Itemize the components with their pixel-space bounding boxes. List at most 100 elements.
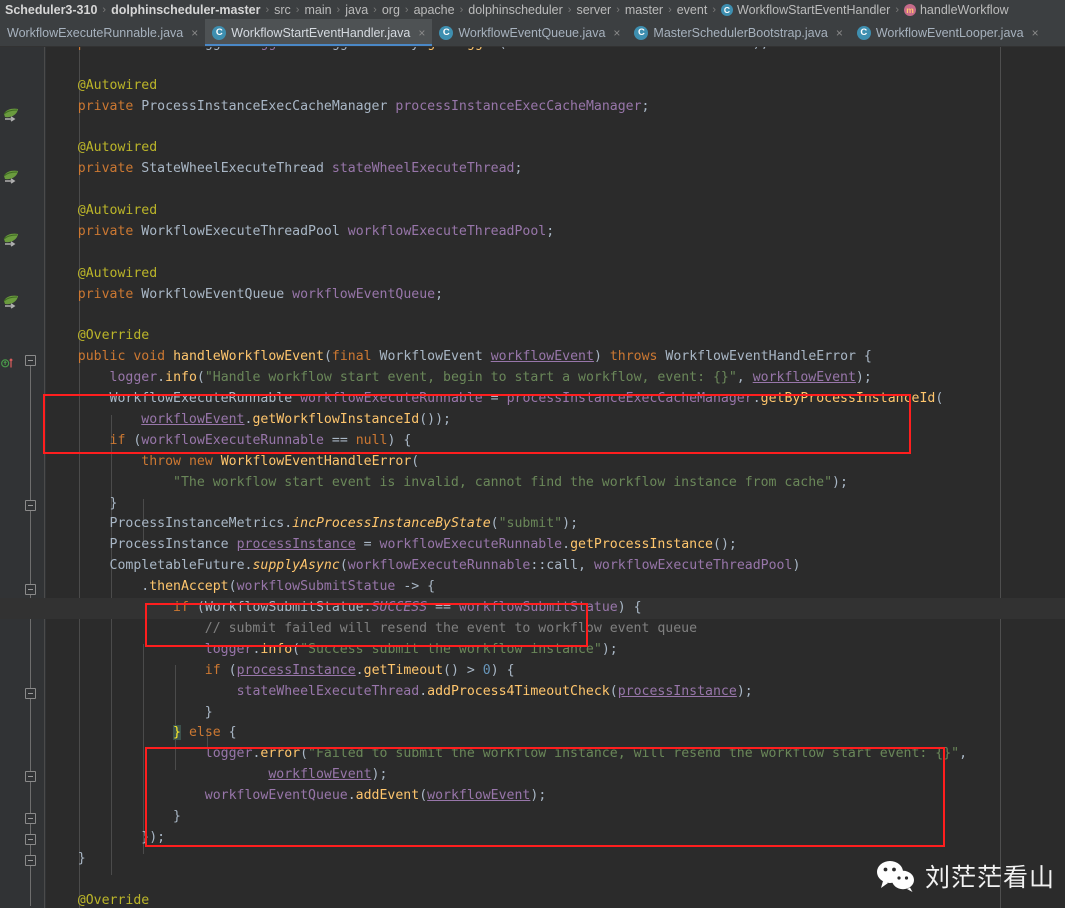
code-line[interactable]: @Autowired	[46, 138, 1065, 159]
fold-handle[interactable]	[25, 834, 36, 845]
breadcrumb-item-scheduler3-310[interactable]: Scheduler3-310	[2, 3, 100, 17]
breadcrumb-item-event[interactable]: event	[674, 3, 711, 17]
tab-close-icon[interactable]: ×	[191, 26, 198, 40]
breadcrumb-separator: ›	[404, 3, 409, 16]
code-line[interactable]	[46, 180, 1065, 201]
breadcrumb-item-org[interactable]: org	[379, 3, 403, 17]
breadcrumb-separator: ›	[567, 3, 572, 16]
code-line[interactable]: if (workflowExecuteRunnable == null) {	[46, 431, 1065, 452]
breadcrumb-item-server[interactable]: server	[573, 3, 614, 17]
breadcrumb-item-main[interactable]: main	[301, 3, 334, 17]
code-line[interactable]: public void handleWorkflowEvent(final Wo…	[46, 347, 1065, 368]
breadcrumb-separator: ›	[295, 3, 300, 16]
code-line[interactable]	[46, 306, 1065, 327]
spring-bean-icon[interactable]	[3, 295, 20, 310]
code-line[interactable]: }	[46, 494, 1065, 515]
code-line[interactable]: CompletableFuture.supplyAsync(workflowEx…	[46, 556, 1065, 577]
breadcrumb-item-label: src	[274, 2, 291, 17]
code-line[interactable]: workflowEventQueue.addEvent(workflowEven…	[46, 786, 1065, 807]
fold-handle[interactable]	[25, 771, 36, 782]
spring-bean-icon[interactable]	[3, 170, 20, 185]
code-line[interactable]: });	[46, 828, 1065, 849]
watermark: 刘茫茫看山	[876, 858, 1055, 894]
breadcrumb-item-workflowstarteventhandler[interactable]: C WorkflowStartEventHandler	[718, 3, 893, 17]
code-line[interactable]: workflowEvent);	[46, 765, 1065, 786]
code-line[interactable]: @Autowired	[46, 76, 1065, 97]
tab-close-icon[interactable]: ×	[1032, 26, 1039, 40]
breadcrumb-item-dolphinscheduler[interactable]: dolphinscheduler	[465, 3, 566, 17]
code-editor[interactable]: private final Logger logger = LoggerFact…	[0, 47, 1065, 908]
fold-handle[interactable]	[25, 355, 36, 366]
breadcrumb-item-label: dolphinscheduler	[468, 2, 563, 17]
tab-label: WorkflowExecuteRunnable.java	[7, 25, 184, 40]
tab-masterschedulerbootstrap[interactable]: C MasterSchedulerBootstrap.java ×	[627, 19, 849, 46]
wechat-logo-icon	[876, 860, 914, 892]
breadcrumb-item-dolphinscheduler-master[interactable]: dolphinscheduler-master	[108, 3, 263, 17]
breadcrumb-item-label: event	[676, 2, 708, 17]
breadcrumb-item-label: java	[345, 2, 369, 17]
code-line[interactable]: private ProcessInstanceExecCacheManager …	[46, 97, 1065, 118]
code-line[interactable]: WorkflowExecuteRunnable workflowExecuteR…	[46, 389, 1065, 410]
code-line[interactable]: .thenAccept(workflowSubmitStatue -> {	[46, 577, 1065, 598]
breadcrumb-separator: ›	[668, 3, 672, 16]
code-line[interactable]	[46, 55, 1065, 76]
code-line[interactable]: }	[46, 807, 1065, 828]
code-line[interactable]	[46, 118, 1065, 139]
breadcrumb-item-handleworkflow[interactable]: m handleWorkflow	[901, 3, 1012, 17]
tab-label: WorkflowEventQueue.java	[458, 25, 606, 40]
code-line[interactable]: logger.info("Success submit the workflow…	[46, 640, 1065, 661]
code-line[interactable]: stateWheelExecuteThread.addProcess4Timeo…	[46, 682, 1065, 703]
code-line[interactable]: private StateWheelExecuteThread stateWhe…	[46, 159, 1065, 180]
code-line[interactable]: private final Logger logger = LoggerFact…	[46, 47, 1065, 55]
breadcrumb: Scheduler3-310 › dolphinscheduler-master › s…	[0, 0, 1065, 19]
code-line[interactable]: ProcessInstanceMetrics.incProcessInstanc…	[46, 514, 1065, 535]
fold-handle[interactable]	[25, 855, 36, 866]
breadcrumb-item-master[interactable]: master	[622, 3, 666, 17]
tab-close-icon[interactable]: ×	[836, 26, 843, 40]
watermark-text: 刘茫茫看山	[924, 863, 1055, 892]
spring-bean-icon[interactable]	[3, 108, 20, 123]
code-line[interactable]: }	[46, 703, 1065, 724]
tab-close-icon[interactable]: ×	[613, 26, 620, 40]
breadcrumb-item-java[interactable]: java	[342, 3, 371, 17]
code-line[interactable]: private WorkflowExecuteThreadPool workfl…	[46, 222, 1065, 243]
tab-workfloweventqueue[interactable]: C WorkflowEventQueue.java ×	[432, 19, 627, 46]
breadcrumb-item-label: Scheduler3-310	[5, 2, 98, 17]
tab-close-icon[interactable]: ×	[418, 26, 425, 40]
code-text-area[interactable]: private final Logger logger = LoggerFact…	[0, 47, 1065, 908]
breadcrumb-item-label: server	[576, 2, 612, 17]
code-line[interactable]: @Autowired	[46, 264, 1065, 285]
overriding-method-icon[interactable]	[1, 355, 16, 370]
tab-workflowexecuterunnable[interactable]: WorkflowExecuteRunnable.java ×	[0, 19, 205, 46]
code-line[interactable]: logger.info("Handle workflow start event…	[46, 368, 1065, 389]
breadcrumb-separator: ›	[616, 3, 620, 16]
breadcrumb-separator: ›	[102, 3, 107, 16]
code-line[interactable]: } else {	[46, 723, 1065, 744]
tab-workflowstarteventhandler[interactable]: C WorkflowStartEventHandler.java ×	[205, 19, 433, 46]
code-line[interactable]: workflowEvent.getWorkflowInstanceId());	[46, 410, 1065, 431]
fold-handle[interactable]	[25, 584, 36, 595]
fold-handle[interactable]	[25, 500, 36, 511]
ide-window: Scheduler3-310 › dolphinscheduler-master › s…	[0, 0, 1065, 908]
code-line[interactable]: @Override	[46, 326, 1065, 347]
tab-workfloweventlooper[interactable]: C WorkflowEventLooper.java ×	[850, 19, 1046, 46]
code-line[interactable]: // submit failed will resend the event t…	[46, 619, 1065, 640]
spring-bean-icon[interactable]	[3, 233, 20, 248]
breadcrumb-item-apache[interactable]: apache	[411, 3, 458, 17]
code-line[interactable]: @Autowired	[46, 201, 1065, 222]
code-line[interactable]: if (WorkflowSubmitStatue.SUCCESS == work…	[0, 598, 1065, 619]
breadcrumb-separator: ›	[459, 3, 464, 16]
code-line[interactable]: if (processInstance.getTimeout() > 0) {	[46, 661, 1065, 682]
code-line[interactable]: "The workflow start event is invalid, ca…	[46, 473, 1065, 494]
fold-handle[interactable]	[25, 813, 36, 824]
breadcrumb-item-src[interactable]: src	[271, 3, 294, 17]
code-line[interactable]	[46, 243, 1065, 264]
code-line[interactable]: throw new WorkflowEventHandleError(	[46, 452, 1065, 473]
breadcrumb-item-label: main	[304, 2, 332, 17]
gutter-markers[interactable]	[0, 47, 46, 908]
fold-handle[interactable]	[25, 688, 36, 699]
code-line[interactable]: ProcessInstance processInstance = workfl…	[46, 535, 1065, 556]
code-lines[interactable]: private final Logger logger = LoggerFact…	[0, 47, 1065, 908]
code-line[interactable]: private WorkflowEventQueue workflowEvent…	[46, 285, 1065, 306]
code-line[interactable]: logger.error("Failed to submit the workf…	[46, 744, 1065, 765]
